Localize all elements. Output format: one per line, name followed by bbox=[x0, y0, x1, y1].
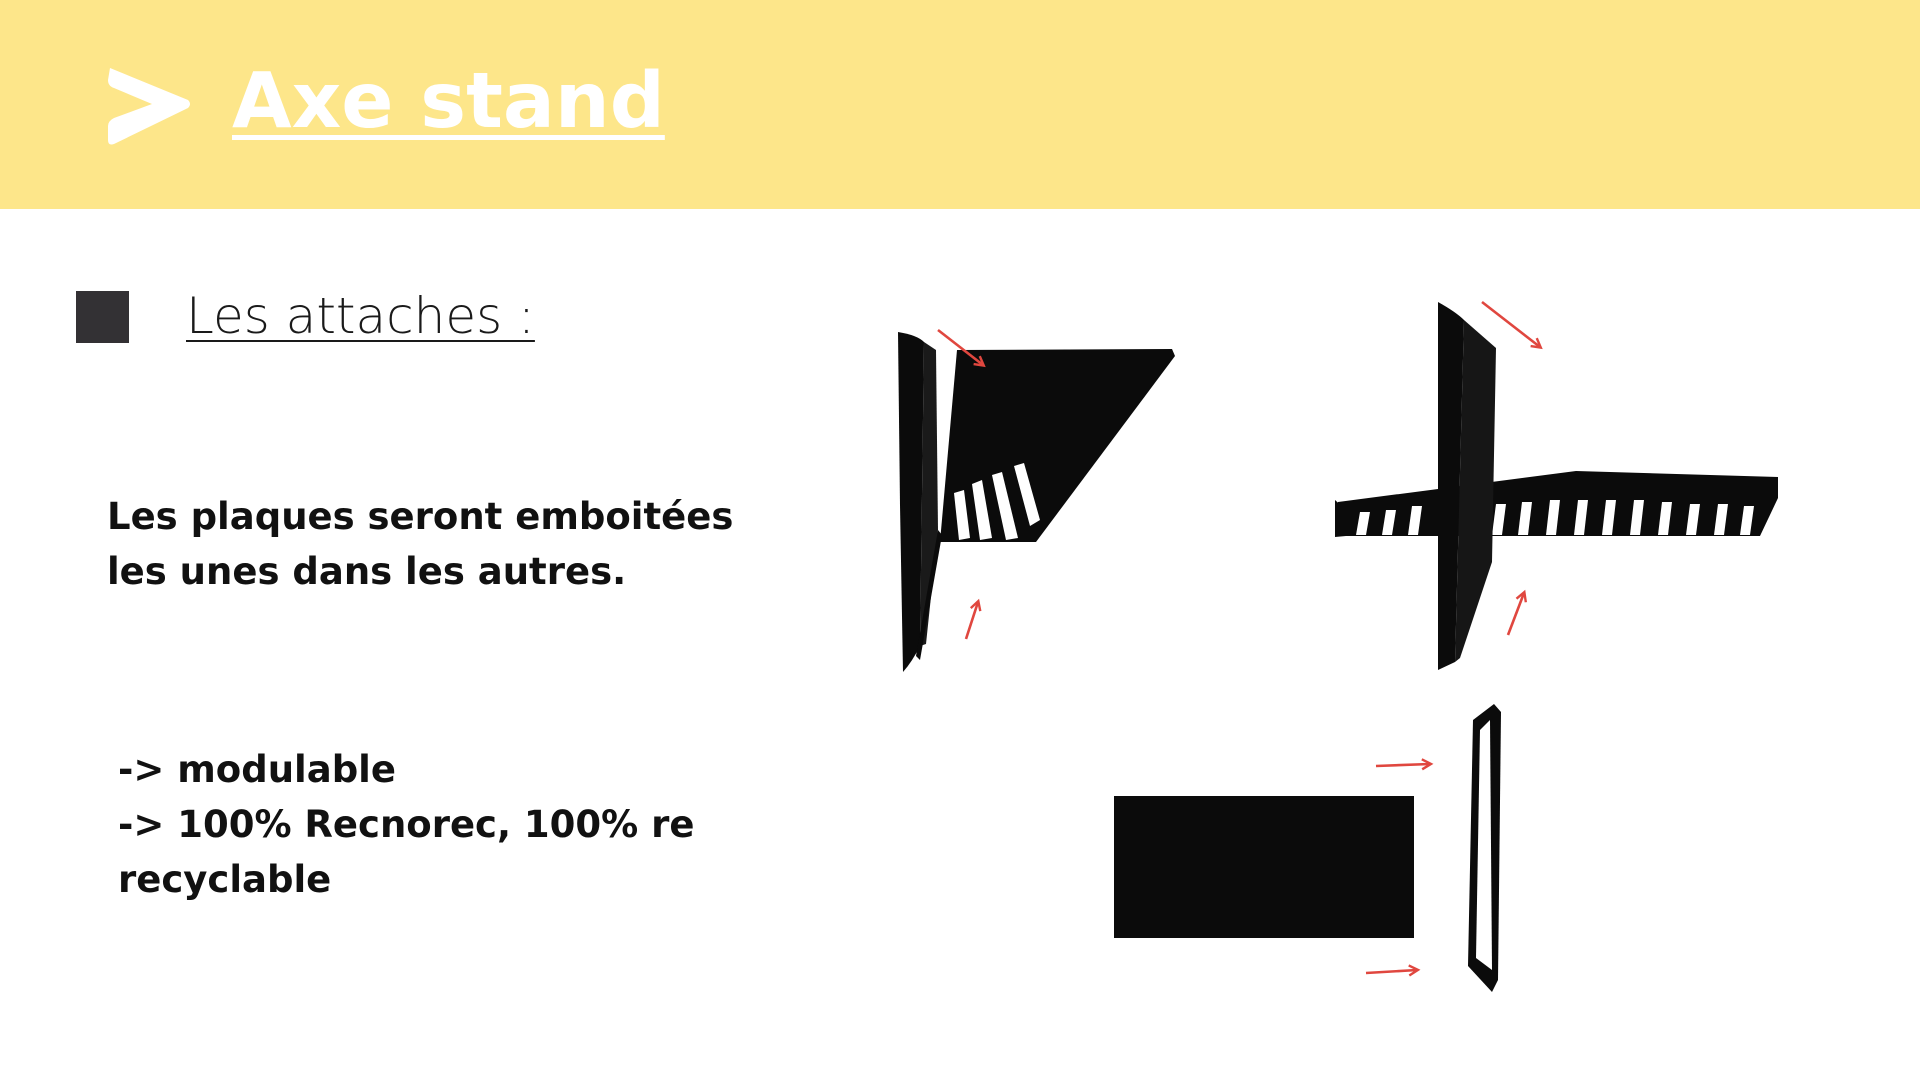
slotted-panel-assembly-icon bbox=[1335, 300, 1778, 670]
feature-point: -> 100% Recnorec, 100% re bbox=[118, 803, 695, 846]
feature-points: -> modulable -> 100% Recnorec, 100% re r… bbox=[118, 742, 694, 907]
feature-point: -> modulable bbox=[118, 748, 396, 791]
chevron-arrow-logo-icon bbox=[108, 68, 190, 145]
section-heading: Les attaches : bbox=[186, 287, 535, 345]
description-paragraph: Les plaques seront emboitées les unes da… bbox=[107, 489, 733, 599]
slotted-panel-assembly-icon bbox=[898, 328, 1175, 672]
feature-point: recyclable bbox=[118, 858, 332, 901]
flat-panel-insert-icon bbox=[1114, 704, 1501, 992]
header-band: Axe stand bbox=[0, 0, 1920, 209]
bullet-square-icon bbox=[76, 291, 129, 343]
slide: Axe stand Les attaches : Les plaques ser… bbox=[0, 0, 1920, 1080]
attachment-illustration bbox=[898, 300, 1778, 992]
paragraph-line: les unes dans les autres. bbox=[107, 550, 627, 593]
paragraph-line: Les plaques seront emboitées bbox=[107, 495, 734, 538]
slide-title: Axe stand bbox=[232, 57, 665, 146]
